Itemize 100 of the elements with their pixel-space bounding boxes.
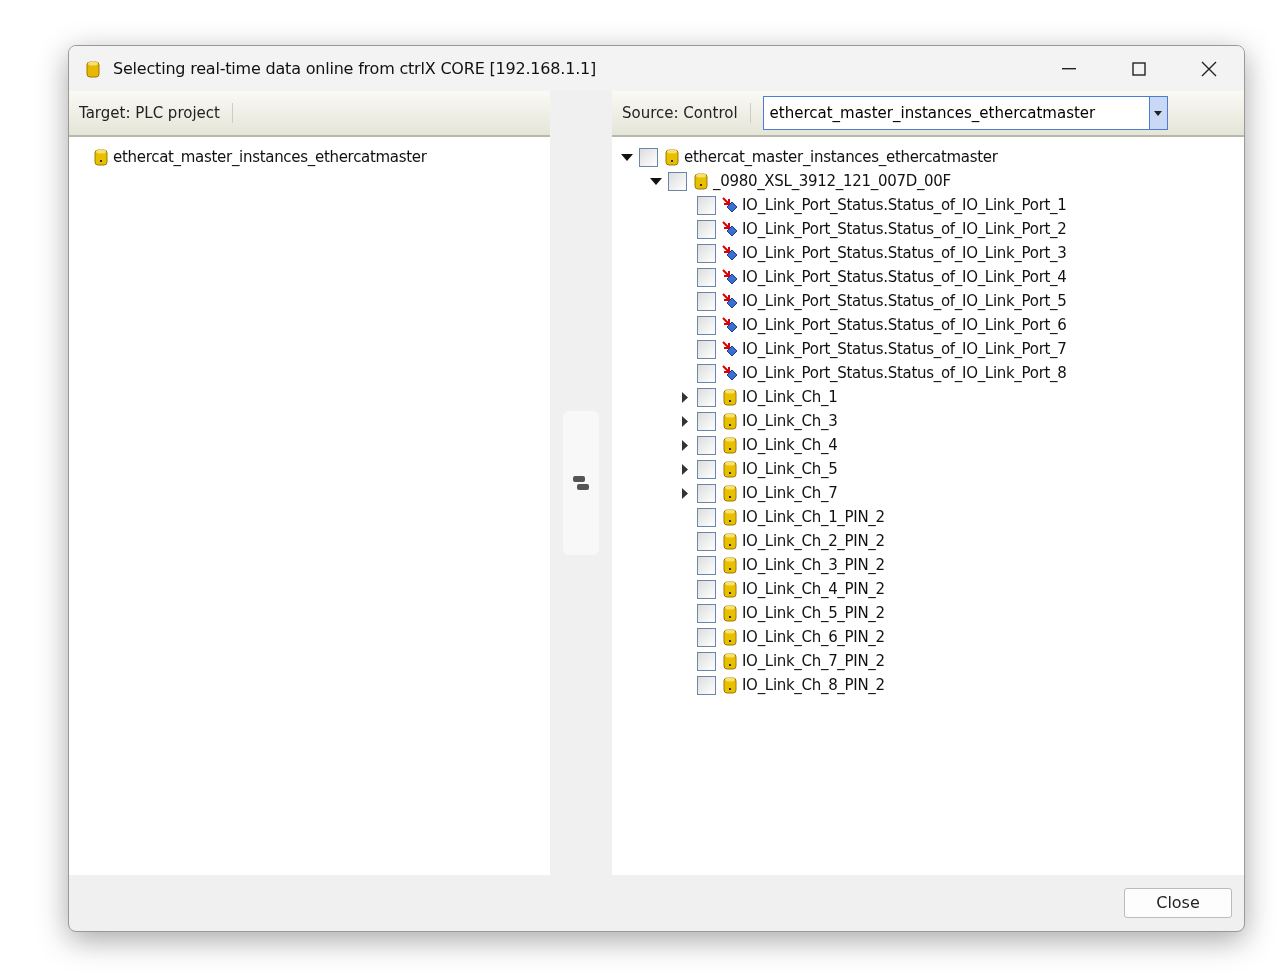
tree-item-label: IO_Link_Ch_4_PIN_2: [742, 578, 885, 600]
window-title: Selecting real-time data online from ctrlX CORE [192.168.1.1]: [113, 57, 597, 80]
tree-item[interactable]: IO_Link_Port_Status.Status_of_IO_Link_Port_2: [620, 217, 1244, 241]
checkbox[interactable]: [668, 171, 687, 191]
expand-arrow-icon[interactable]: [682, 439, 688, 451]
tree-item[interactable]: IO_Link_Ch_2_PIN_2: [620, 529, 1244, 553]
database-icon: [722, 508, 738, 526]
variable-icon: [722, 196, 738, 214]
checkbox[interactable]: [697, 219, 716, 239]
checkbox[interactable]: [697, 507, 716, 527]
database-icon: [85, 59, 101, 78]
checkbox[interactable]: [697, 267, 716, 287]
tree-item-label: IO_Link_Ch_3: [742, 410, 838, 432]
database-icon: [722, 532, 738, 550]
tree-item-label: IO_Link_Ch_3_PIN_2: [742, 554, 885, 576]
checkbox[interactable]: [697, 291, 716, 311]
checkbox[interactable]: [697, 363, 716, 383]
tree-item-label: IO_Link_Port_Status.Status_of_IO_Link_Port_6: [742, 314, 1067, 336]
expand-arrow-icon[interactable]: [682, 415, 688, 427]
checkbox[interactable]: [697, 243, 716, 263]
tree-item-label: IO_Link_Ch_1_PIN_2: [742, 506, 885, 528]
close-icon: [1201, 60, 1217, 77]
checkbox[interactable]: [697, 315, 716, 335]
variable-icon: [722, 340, 738, 358]
checkbox[interactable]: [697, 603, 716, 623]
tree-item[interactable]: IO_Link_Port_Status.Status_of_IO_Link_Port_7: [620, 337, 1244, 361]
tree-item[interactable]: IO_Link_Ch_8_PIN_2: [620, 673, 1244, 697]
tree-item[interactable]: IO_Link_Ch_3: [620, 409, 1244, 433]
tree-item-label: IO_Link_Ch_5_PIN_2: [742, 602, 885, 624]
checkbox[interactable]: [697, 531, 716, 551]
tree-item[interactable]: IO_Link_Port_Status.Status_of_IO_Link_Port_1: [620, 193, 1244, 217]
tree-item-label: ethercat_master_instances_ethercatmaster: [113, 146, 427, 168]
tree-item[interactable]: IO_Link_Ch_5_PIN_2: [620, 601, 1244, 625]
database-icon: [722, 436, 738, 454]
database-icon: [93, 148, 109, 166]
tree-item-label: IO_Link_Ch_6_PIN_2: [742, 626, 885, 648]
tree-item[interactable]: IO_Link_Port_Status.Status_of_IO_Link_Port_6: [620, 313, 1244, 337]
variable-icon: [722, 316, 738, 334]
checkbox[interactable]: [697, 651, 716, 671]
checkbox[interactable]: [697, 387, 716, 407]
tree-item[interactable]: ethercat_master_instances_ethercatmaster: [620, 145, 1244, 169]
tree-item[interactable]: ethercat_master_instances_ethercatmaster: [93, 145, 550, 169]
checkbox[interactable]: [697, 675, 716, 695]
checkbox[interactable]: [697, 195, 716, 215]
collapse-arrow-icon[interactable]: [621, 153, 633, 161]
close-dialog-button[interactable]: Close: [1124, 888, 1232, 918]
checkbox[interactable]: [697, 483, 716, 503]
checkbox[interactable]: [639, 147, 658, 167]
tree-item[interactable]: IO_Link_Port_Status.Status_of_IO_Link_Port_8: [620, 361, 1244, 385]
tree-item-label: IO_Link_Ch_7_PIN_2: [742, 650, 885, 672]
checkbox[interactable]: [697, 627, 716, 647]
tree-item[interactable]: IO_Link_Port_Status.Status_of_IO_Link_Port_5: [620, 289, 1244, 313]
checkbox[interactable]: [697, 411, 716, 431]
tree-item[interactable]: IO_Link_Port_Status.Status_of_IO_Link_Port_3: [620, 241, 1244, 265]
tree-item[interactable]: IO_Link_Ch_1_PIN_2: [620, 505, 1244, 529]
tree-item[interactable]: IO_Link_Ch_5: [620, 457, 1244, 481]
checkbox[interactable]: [697, 579, 716, 599]
minimize-icon: [1062, 67, 1076, 70]
tree-item[interactable]: IO_Link_Ch_3_PIN_2: [620, 553, 1244, 577]
tree-item-label: IO_Link_Port_Status.Status_of_IO_Link_Port_3: [742, 242, 1067, 264]
expand-arrow-icon[interactable]: [682, 391, 688, 403]
variable-icon: [722, 220, 738, 238]
database-icon: [722, 556, 738, 574]
expand-arrow-icon[interactable]: [682, 487, 688, 499]
tree-item[interactable]: _0980_XSL_3912_121_007D_00F: [620, 169, 1244, 193]
tree-item[interactable]: IO_Link_Port_Status.Status_of_IO_Link_Port_4: [620, 265, 1244, 289]
tree-item-label: IO_Link_Port_Status.Status_of_IO_Link_Port_7: [742, 338, 1067, 360]
checkbox[interactable]: [697, 339, 716, 359]
tree-item-label: IO_Link_Ch_5: [742, 458, 838, 480]
tree-item-label: IO_Link_Port_Status.Status_of_IO_Link_Port_5: [742, 290, 1067, 312]
tree-item[interactable]: IO_Link_Ch_1: [620, 385, 1244, 409]
source-dropdown[interactable]: ethercat_master_instances_ethercatmaster: [762, 96, 1168, 130]
grip-icon: [573, 476, 589, 490]
tree-item-label: IO_Link_Port_Status.Status_of_IO_Link_Port_1: [742, 194, 1067, 216]
tree-item-label: _0980_XSL_3912_121_007D_00F: [713, 170, 951, 192]
tree-item[interactable]: IO_Link_Ch_7: [620, 481, 1244, 505]
tree-item[interactable]: IO_Link_Ch_7_PIN_2: [620, 649, 1244, 673]
database-icon: [722, 676, 738, 694]
splitter-handle[interactable]: [563, 411, 599, 555]
checkbox[interactable]: [697, 555, 716, 575]
tree-item-label: IO_Link_Ch_7: [742, 482, 838, 504]
variable-icon: [722, 292, 738, 310]
database-icon: [693, 172, 709, 190]
tree-item[interactable]: IO_Link_Ch_4: [620, 433, 1244, 457]
collapse-arrow-icon[interactable]: [650, 177, 662, 185]
tree-item[interactable]: IO_Link_Ch_6_PIN_2: [620, 625, 1244, 649]
expand-arrow-icon[interactable]: [682, 463, 688, 475]
tree-item-label: ethercat_master_instances_ethercatmaster: [684, 146, 998, 168]
database-icon: [722, 412, 738, 430]
database-icon: [722, 460, 738, 478]
checkbox[interactable]: [697, 435, 716, 455]
source-label: Source: Control: [622, 102, 738, 124]
database-icon: [722, 388, 738, 406]
database-icon: [722, 484, 738, 502]
caret-icon: [1154, 110, 1163, 116]
tree-item-label: IO_Link_Ch_2_PIN_2: [742, 530, 885, 552]
database-icon: [722, 580, 738, 598]
checkbox[interactable]: [697, 459, 716, 479]
tree-item-label: IO_Link_Port_Status.Status_of_IO_Link_Port_8: [742, 362, 1067, 384]
tree-item[interactable]: IO_Link_Ch_4_PIN_2: [620, 577, 1244, 601]
